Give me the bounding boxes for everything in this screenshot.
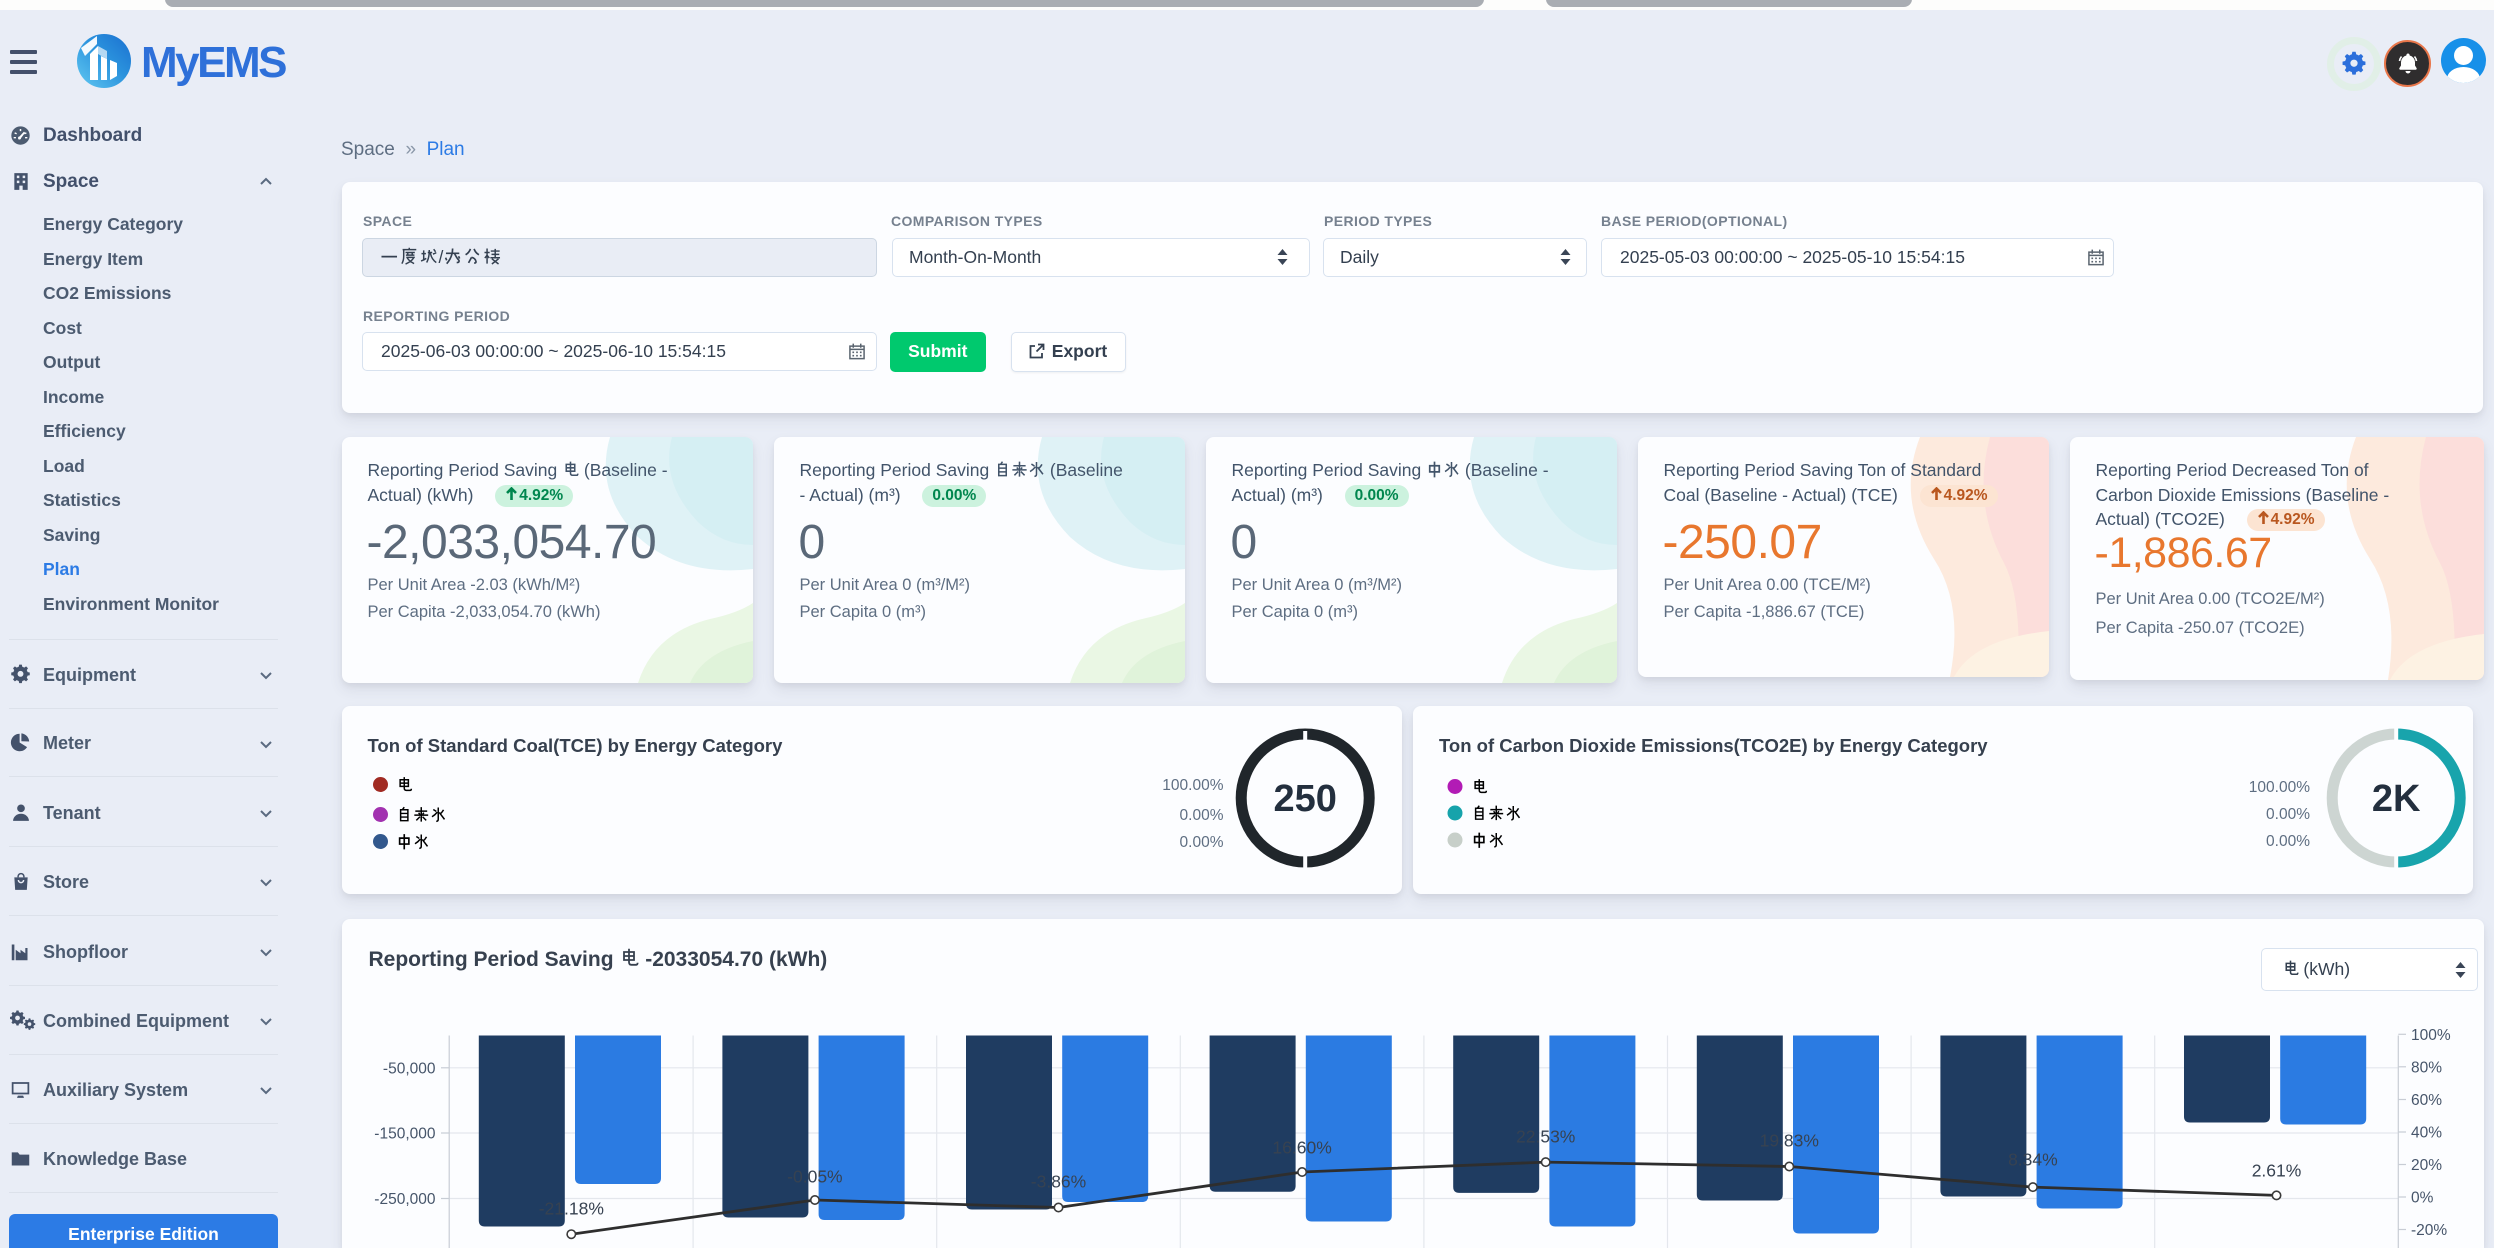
svg-text:100%: 100% [2411, 1026, 2451, 1043]
svg-text:40%: 40% [2411, 1124, 2442, 1141]
svg-text:60%: 60% [2411, 1092, 2442, 1109]
svg-text:0%: 0% [2411, 1189, 2434, 1206]
svg-text:-50,000: -50,000 [382, 1060, 435, 1077]
svg-text:250: 250 [1273, 778, 1336, 820]
svg-text:-21.18%: -21.18% [538, 1198, 603, 1218]
svg-text:-250,000: -250,000 [374, 1191, 436, 1208]
svg-text:-3.86%: -3.86% [1030, 1171, 1085, 1191]
svg-text:-0.05%: -0.05% [787, 1166, 842, 1186]
svg-text:2.61%: 2.61% [2251, 1160, 2301, 1180]
svg-text:19.83%: 19.83% [1759, 1130, 1818, 1150]
svg-text:-20%: -20% [2411, 1222, 2447, 1239]
svg-text:0.00%: 0.00% [2266, 833, 2310, 850]
svg-text:Ton of Carbon Dioxide Emission: Ton of Carbon Dioxide Emissions(TCO2E) b… [1439, 735, 1988, 756]
svg-text:100.00%: 100.00% [1162, 777, 1223, 794]
svg-text:0.00%: 0.00% [1179, 834, 1223, 851]
svg-text:Ton of Standard Coal(TCE) by E: Ton of Standard Coal(TCE) by Energy Cate… [367, 735, 783, 756]
svg-text:100.00%: 100.00% [2249, 779, 2310, 796]
svg-text:0.00%: 0.00% [1179, 807, 1223, 824]
svg-text:-150,000: -150,000 [374, 1125, 436, 1142]
svg-text:16.60%: 16.60% [1272, 1137, 1331, 1157]
svg-text:2K: 2K [2372, 778, 2421, 820]
svg-text:22.53%: 22.53% [1516, 1126, 1575, 1146]
svg-text:80%: 80% [2411, 1059, 2442, 1076]
svg-text:20%: 20% [2411, 1157, 2442, 1174]
svg-text:0.00%: 0.00% [2266, 806, 2310, 823]
svg-text:8.34%: 8.34% [2008, 1149, 2058, 1169]
